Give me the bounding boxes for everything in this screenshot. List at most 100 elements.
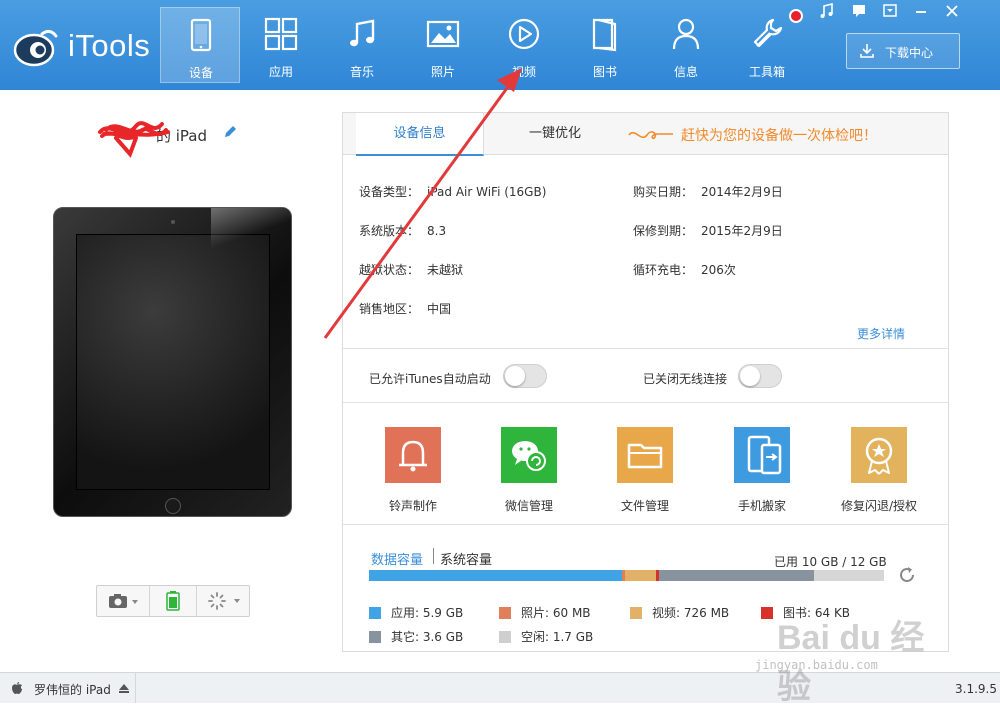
itunes-autostart-toggle[interactable] [503, 364, 547, 388]
info-value: 8.3 [427, 224, 447, 238]
quick-tools: 铃声制作 微信管理 文件管理 手机搬家 修复闪退/授权 [343, 403, 948, 525]
apple-icon [12, 682, 22, 694]
video-play-icon [508, 18, 540, 50]
tab-data-capacity[interactable]: 数据容量 [371, 549, 423, 568]
screenshot-button[interactable] [97, 586, 149, 616]
health-check-promo[interactable]: 赶快为您的设备做一次体检吧！ [627, 125, 927, 147]
redaction-scribble [98, 121, 170, 158]
minimize-icon[interactable] [908, 2, 934, 20]
close-icon[interactable] [939, 2, 965, 20]
info-key: 设备类型： [359, 185, 420, 199]
apps-grid-icon [264, 17, 298, 51]
more-details-link[interactable]: 更多详情 [857, 325, 905, 342]
notification-badge[interactable] [789, 9, 803, 23]
file-manager-tool[interactable]: 文件管理 [587, 427, 703, 513]
nav-device[interactable]: 设备 [160, 7, 240, 83]
more-actions-button[interactable] [196, 586, 249, 616]
edit-name-icon[interactable] [222, 124, 238, 140]
device-info-panel: 设备信息 一键优化 赶快为您的设备做一次体检吧！ 设备类型： iPad Air W… [342, 112, 949, 652]
book-icon [592, 18, 617, 52]
download-center-label: 下载中心 [885, 46, 934, 60]
ipad-home-button [165, 498, 181, 514]
ipad-screen [76, 234, 270, 490]
nav-photos[interactable]: 照片 [403, 7, 483, 83]
tab-device-info[interactable]: 设备信息 [356, 113, 484, 156]
menu-dropdown-icon[interactable] [877, 2, 903, 20]
bell-icon [385, 427, 441, 483]
wireless-label: 已关闭无线连接 [643, 372, 728, 386]
info-value: 206次 [701, 263, 736, 277]
nav-apps[interactable]: 应用 [241, 7, 321, 83]
folder-icon [617, 427, 673, 483]
legend-text: 应用: 5.9 GB [391, 606, 464, 620]
nav-label: 设备 [188, 66, 213, 80]
storage-used-text: 已用 10 GB / 12 GB [774, 555, 887, 569]
tab-optimize[interactable]: 一键优化 [485, 113, 625, 155]
refresh-icon[interactable] [897, 565, 917, 585]
legend-swatch [630, 607, 642, 619]
eject-icon[interactable] [118, 682, 130, 694]
phone-transfer-tool[interactable]: 手机搬家 [704, 427, 820, 513]
tool-label: 铃声制作 [388, 499, 437, 513]
info-value: iPad Air WiFi (16GB) [427, 185, 547, 199]
toggle-knob [505, 366, 525, 386]
info-value: 2014年2月9日 [701, 185, 783, 199]
info-region: 销售地区： 中国 [359, 300, 451, 317]
nav-music[interactable]: 音乐 [322, 7, 402, 83]
info-key: 保修到期： [633, 224, 694, 238]
legend-swatch [499, 607, 511, 619]
info-key: 购买日期： [633, 185, 694, 199]
connected-device[interactable]: 罗伟恒的 iPad [0, 673, 136, 703]
settings-toggles: 已允许iTunes自动启动 已关闭无线连接 [343, 349, 948, 403]
info-key: 销售地区： [359, 302, 420, 316]
download-icon [860, 44, 874, 58]
ipad-camera [171, 220, 175, 224]
ipad-glare [211, 208, 291, 248]
app-version: 3.1.9.5 [955, 682, 997, 696]
info-value: 未越狱 [427, 263, 464, 277]
music-note-icon [350, 19, 375, 47]
ipad-image [53, 207, 292, 517]
badge-star-icon [851, 427, 907, 483]
music-mini-icon[interactable] [814, 2, 840, 20]
download-center-button[interactable]: 下载中心 [846, 33, 960, 69]
device-tool-strip [96, 585, 250, 617]
nav-label: 信息 [673, 65, 698, 79]
repair-crash-tool[interactable]: 修复闪退/授权 [821, 427, 937, 513]
info-warranty: 保修到期： 2015年2月9日 [633, 222, 783, 239]
watermark-url: jingyan.baidu.com [755, 658, 878, 672]
wireless-toggle[interactable] [738, 364, 782, 388]
nav-books[interactable]: 图书 [565, 7, 645, 83]
loading-spinner-icon [208, 592, 240, 610]
itools-logo-icon [13, 29, 58, 67]
storage-segment-4 [659, 570, 814, 581]
feedback-icon[interactable] [846, 2, 872, 20]
device-info-grid: 设备类型： iPad Air WiFi (16GB) 系统版本： 8.3 越狱状态：… [343, 155, 948, 349]
nav-label: 应用 [268, 65, 293, 79]
tool-label: 文件管理 [620, 499, 669, 513]
info-value: 中国 [427, 302, 452, 316]
promo-text: 赶快为您的设备做一次体检吧！ [681, 128, 877, 144]
storage-segment-0 [369, 570, 622, 581]
battery-button[interactable] [149, 586, 196, 616]
ringtone-maker-tool[interactable]: 铃声制作 [355, 427, 471, 513]
tool-label: 修复闪退/授权 [840, 499, 918, 513]
info-os-version: 系统版本： 8.3 [359, 222, 446, 239]
camera-icon [109, 594, 138, 608]
wechat-manager-tool[interactable]: 微信管理 [471, 427, 587, 513]
swirl-arrow-icon [628, 131, 673, 140]
nav-label: 照片 [430, 65, 455, 79]
nav-label: 视频 [511, 65, 536, 79]
info-charge-cycles: 循环充电： 206次 [633, 261, 736, 278]
battery-icon [166, 591, 180, 611]
info-tabs: 设备信息 一键优化 赶快为您的设备做一次体检吧！ [343, 113, 948, 156]
app-logo: iTools [12, 24, 162, 72]
nav-messages[interactable]: 信息 [646, 7, 726, 83]
info-key: 循环充电： [633, 263, 694, 277]
top-bar: iTools 设备 应用 音乐 照片 视频 图书 信息 工具箱 下载中心 [0, 0, 1000, 90]
nav-video[interactable]: 视频 [484, 7, 564, 83]
tool-label: 微信管理 [504, 499, 553, 513]
tab-system-capacity[interactable]: 系统容量 [440, 549, 492, 568]
user-icon [672, 18, 700, 50]
info-purchase-date: 购买日期： 2014年2月9日 [633, 183, 783, 200]
